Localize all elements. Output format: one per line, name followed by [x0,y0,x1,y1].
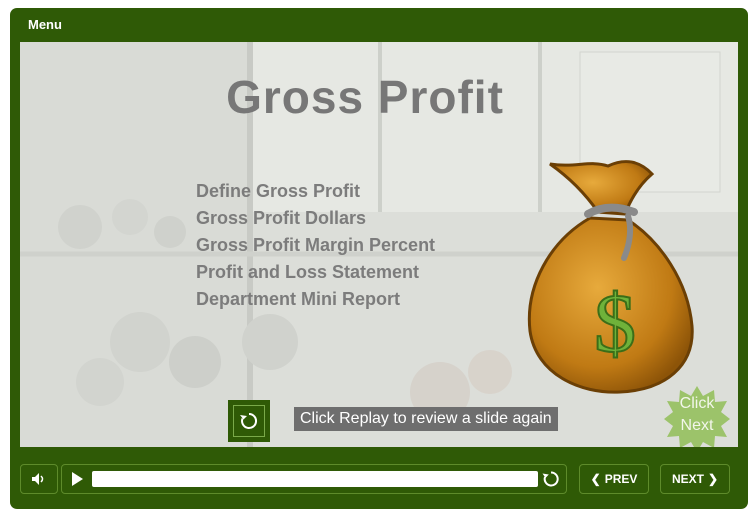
slide-title: Gross Profit [226,71,504,123]
topic-item: Gross Profit Dollars [196,208,367,228]
progress-track[interactable] [92,471,538,487]
menu-button[interactable]: Menu [28,17,62,32]
volume-button[interactable] [20,464,58,494]
topic-list: Define Gross Profit Gross Profit Dollars… [196,178,435,313]
slide-area: Gross Profit Define Gross Profit Gross P… [20,42,738,447]
chevron-right-icon: ❯ [707,472,719,486]
replay-icon[interactable] [542,470,560,488]
play-icon[interactable] [72,472,83,486]
topic-item: Define Gross Profit [196,181,361,201]
replay-caption: Click Replay to review a slide again [294,407,558,431]
volume-icon [32,473,44,485]
topic-item: Department Mini Report [196,289,401,309]
next-button[interactable]: NEXT ❯ [660,464,730,494]
chevron-left-icon: ❮ [590,472,601,486]
click-next-label[interactable]: Click Next [664,393,730,437]
replay-slide-button[interactable] [228,400,270,442]
dollar-sign: $ [594,277,636,370]
slide-player: Menu Gross Profit Define Gross Profit Gr… [10,8,748,509]
topic-item: Profit and Loss Statement [196,262,420,282]
money-bag-icon: $ [527,160,694,394]
topic-item: Gross Profit Margin Percent [196,235,436,255]
prev-button[interactable]: ❮ PREV [579,464,649,494]
replay-icon [240,412,258,429]
playback-bar [61,464,567,494]
